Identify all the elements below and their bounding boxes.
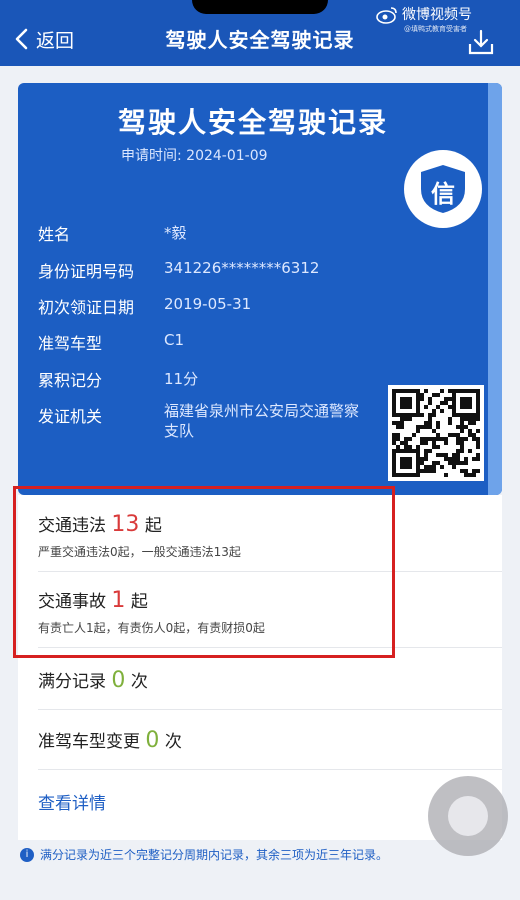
apply-date-value: 2024-01-09 xyxy=(186,148,268,164)
qr-code xyxy=(388,385,484,481)
license-change-label: 准驾车型变更 xyxy=(38,732,140,752)
footer-note: i 满分记录为近三个完整记分周期内记录，其余三项为近三年记录。 xyxy=(20,846,490,863)
phone-notch xyxy=(192,0,328,14)
license-change-count: 0 xyxy=(145,728,160,753)
full-score-unit: 次 xyxy=(130,672,148,692)
full-score-count: 0 xyxy=(111,668,126,693)
assistive-touch-inner xyxy=(448,796,488,836)
info-icon: i xyxy=(20,847,34,862)
full-score-label: 满分记录 xyxy=(38,672,106,692)
field-value-name: *毅 xyxy=(164,224,187,242)
field-label-issuer: 发证机关 xyxy=(38,407,103,426)
field-label-name: 姓名 xyxy=(38,225,71,244)
red-highlight-box xyxy=(13,486,395,658)
footer-note-text: 满分记录为近三个完整记分周期内记录，其余三项为近三年记录。 xyxy=(40,848,389,862)
field-label-id: 身份证明号码 xyxy=(38,262,135,281)
card-edge xyxy=(488,83,502,495)
divider xyxy=(38,769,502,770)
field-value-points: 11分 xyxy=(164,370,199,388)
watermark-name: 微博视频号 xyxy=(402,7,472,23)
apply-date-label: 申请时间: xyxy=(121,148,182,164)
license-change-row[interactable]: 准驾车型变更 0 次 xyxy=(38,727,498,753)
field-value-issuer: 福建省泉州市公安局交通警察支队 xyxy=(164,402,360,440)
full-score-row[interactable]: 满分记录 0 次 xyxy=(38,667,498,693)
field-value-vehicle-class: C1 xyxy=(164,331,185,349)
qr-code-pattern xyxy=(392,389,480,477)
top-nav-bar: 返回 驾驶人安全驾驶记录 微博视频号 @填鸭式教育受害者 xyxy=(0,0,520,66)
field-label-points: 累积记分 xyxy=(38,371,103,390)
assistive-touch-button[interactable] xyxy=(428,776,508,856)
apply-date: 申请时间: 2024-01-09 xyxy=(121,145,268,165)
field-value-first-license-date: 2019-05-31 xyxy=(164,295,252,313)
play-icon[interactable] xyxy=(232,492,282,542)
badge-character: 信 xyxy=(431,180,455,208)
credit-badge: 信 xyxy=(404,150,482,228)
license-change-unit: 次 xyxy=(164,732,182,752)
divider xyxy=(38,709,502,710)
field-label-first-license-date: 初次领证日期 xyxy=(38,298,135,317)
view-details-link[interactable]: 查看详情 xyxy=(38,789,106,814)
watermark-sub: @填鸭式教育受害者 xyxy=(404,25,467,33)
card-title: 驾驶人安全驾驶记录 xyxy=(117,106,388,139)
weibo-logo-icon xyxy=(376,7,397,24)
download-icon[interactable] xyxy=(466,28,496,56)
driving-record-card: 驾驶人安全驾驶记录 申请时间: 2024-01-09 信 姓名 *毅 身份证明号… xyxy=(18,83,502,495)
field-value-id: 341226********6312 xyxy=(164,259,320,277)
field-label-vehicle-class: 准驾车型 xyxy=(38,334,103,353)
